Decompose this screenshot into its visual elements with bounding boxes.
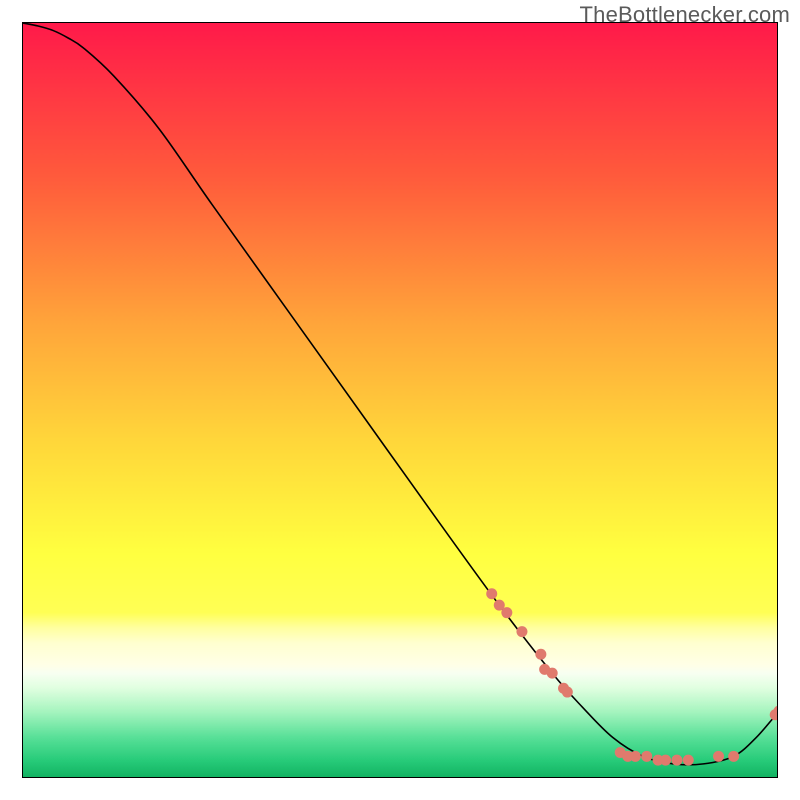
watermark-label: TheBottlenecker.com [580, 2, 790, 28]
gradient-background [23, 23, 778, 778]
chart-stage: TheBottlenecker.com [0, 0, 800, 800]
plot-area [22, 22, 778, 778]
